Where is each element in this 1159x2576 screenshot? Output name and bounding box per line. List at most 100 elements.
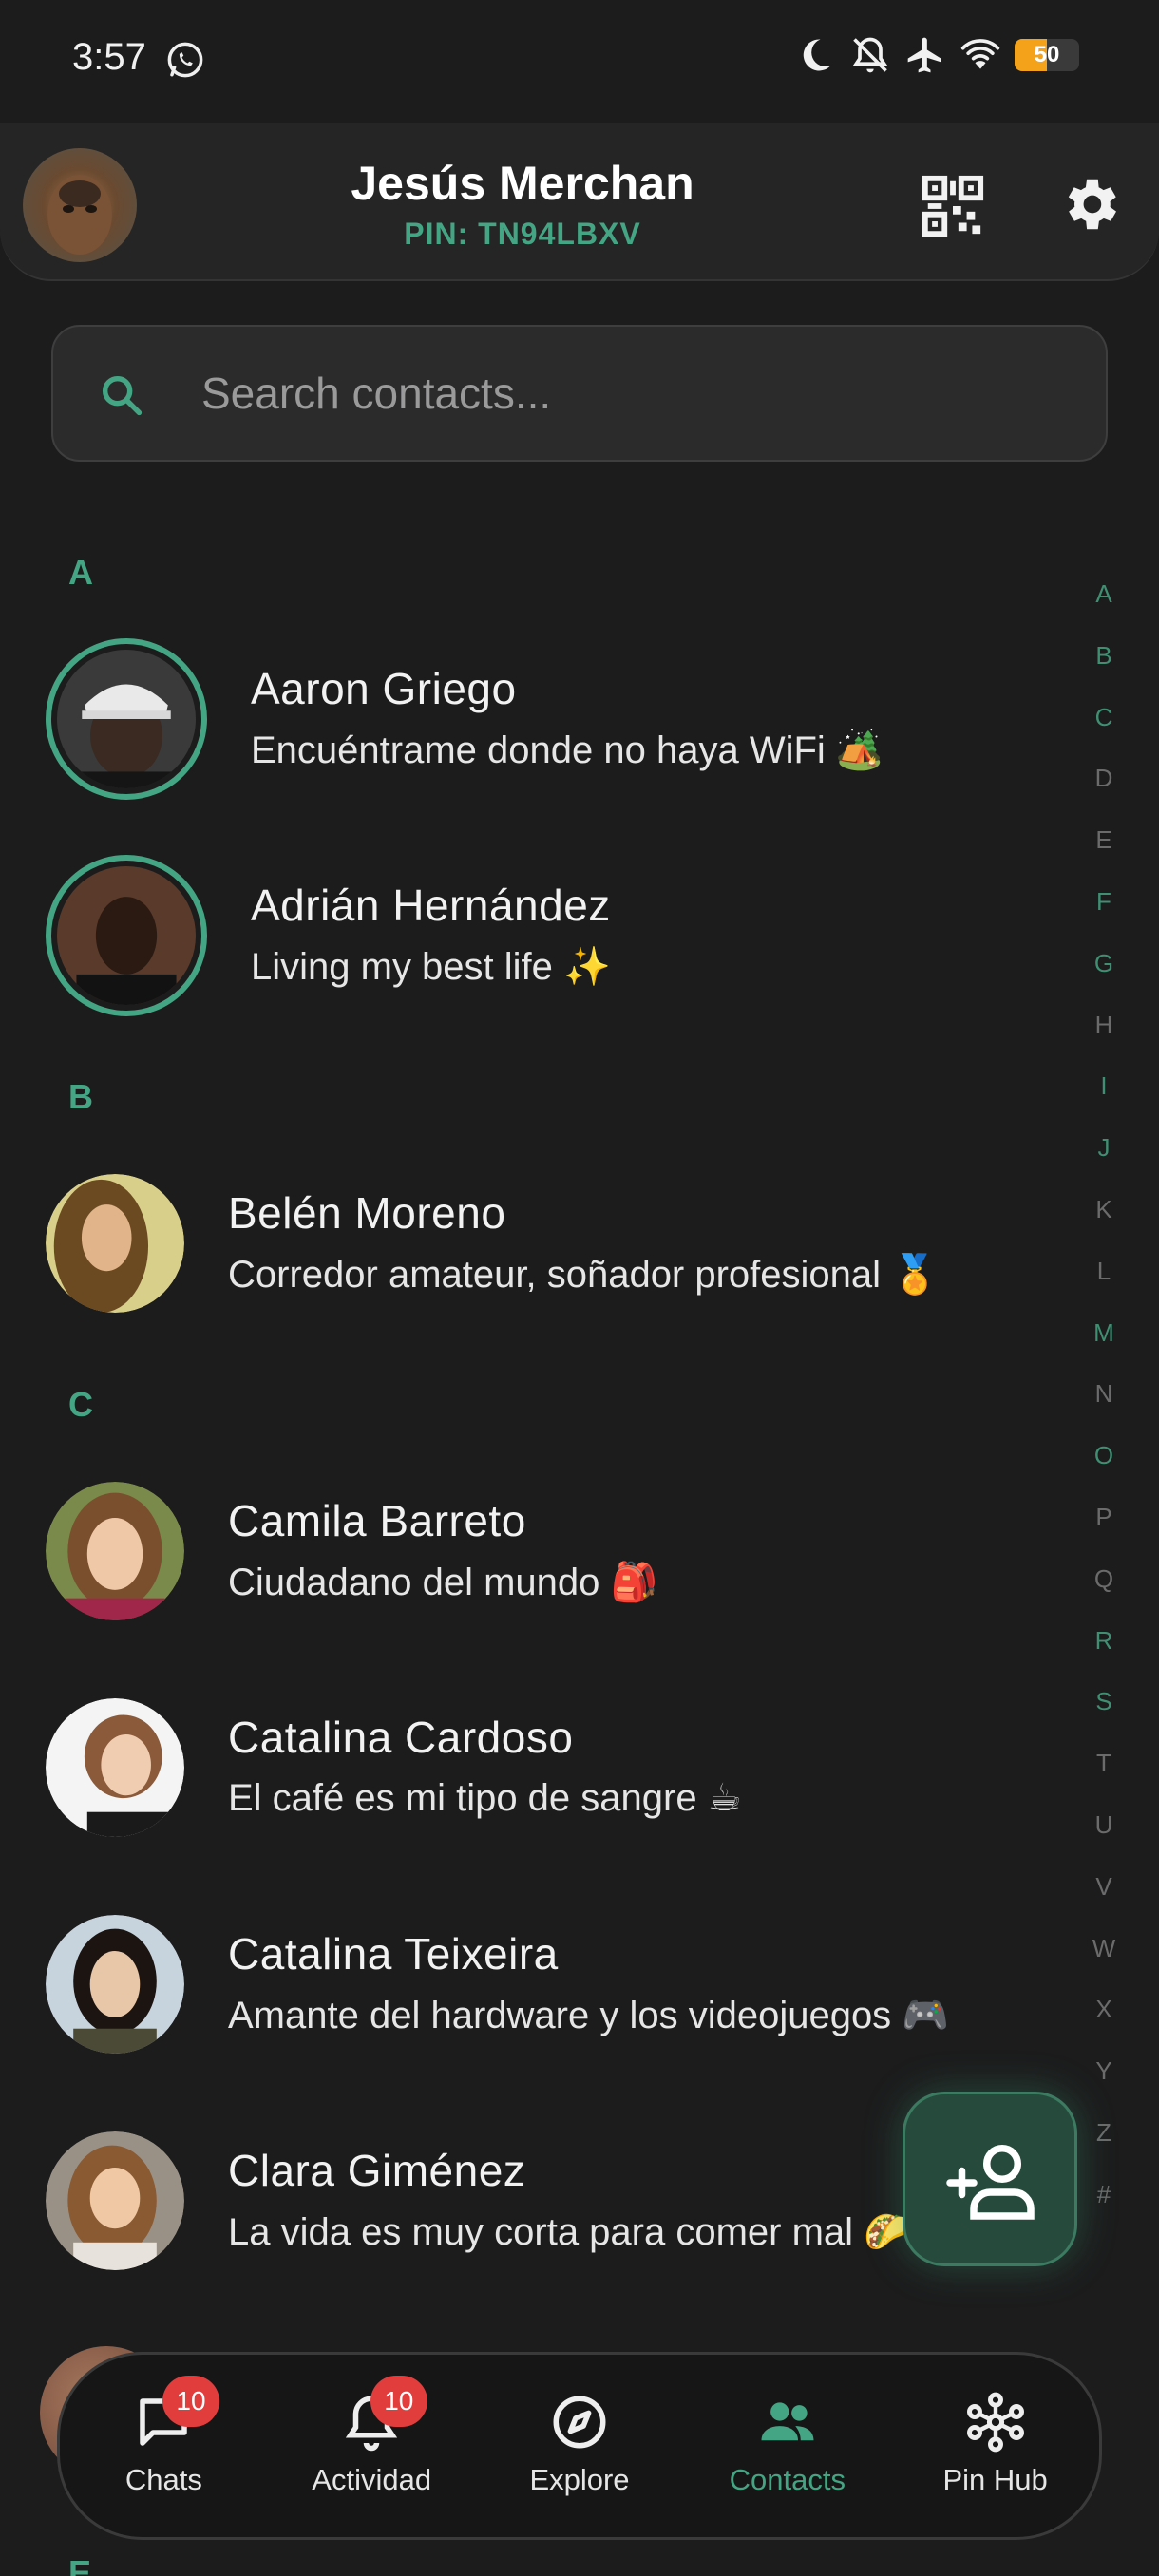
alphabet-index-letter[interactable]: Z — [1074, 2118, 1134, 2180]
alphabet-index-letter[interactable]: A — [1074, 579, 1134, 641]
alphabet-index-letter[interactable]: U — [1074, 1810, 1134, 1872]
unread-badge: 10 — [370, 2376, 428, 2427]
alphabet-index-letter[interactable]: B — [1074, 641, 1134, 703]
section-header-b: B — [68, 1077, 93, 1116]
contact-name: Belén Moreno — [228, 1188, 506, 1238]
contact-name: Camila Barreto — [228, 1496, 526, 1545]
qr-code-icon[interactable] — [920, 173, 986, 239]
alphabet-index[interactable]: A B C D E F G H I J K L M N O P Q R S T U V W X Y Z # — [1074, 579, 1134, 2242]
contact-name: Catalina Teixeira — [228, 1929, 559, 1979]
alphabet-index-letter[interactable]: V — [1074, 1872, 1134, 1934]
status-bar: 3:57 50 — [0, 0, 1159, 123]
avatar-photo — [46, 2131, 184, 2270]
alphabet-index-letter[interactable]: Y — [1074, 2056, 1134, 2118]
profile-pin: PIN: TN94LBXV — [404, 217, 641, 251]
alphabet-index-letter[interactable]: N — [1074, 1379, 1134, 1441]
alphabet-index-letter[interactable]: F — [1074, 887, 1134, 949]
alphabet-index-letter[interactable]: M — [1074, 1318, 1134, 1380]
avatar-photo — [46, 1698, 184, 1837]
add-person-icon — [946, 2145, 1035, 2220]
contact-name: Aaron Griego — [251, 664, 517, 713]
contact-name: Catalina Cardoso — [228, 1713, 574, 1762]
wifi-icon — [960, 39, 1000, 69]
section-header-c: C — [68, 1385, 93, 1424]
profile-avatar[interactable] — [23, 148, 137, 262]
unread-badge: 10 — [162, 2376, 219, 2427]
alphabet-index-letter[interactable]: J — [1074, 1133, 1134, 1195]
avatar-photo — [57, 866, 196, 1011]
section-header-e: E — [68, 2553, 92, 2576]
avatar-photo — [46, 1174, 184, 1313]
contact-status: La vida es muy corta para comer mal 🌮 — [228, 2211, 911, 2253]
alphabet-index-letter[interactable]: R — [1074, 1626, 1134, 1688]
whatsapp-icon — [167, 42, 203, 78]
alphabet-index-letter[interactable]: W — [1074, 1934, 1134, 1996]
alphabet-index-letter[interactable]: S — [1074, 1687, 1134, 1749]
contact-avatar[interactable] — [46, 638, 207, 800]
search-input[interactable] — [201, 355, 1056, 431]
search-icon — [102, 375, 142, 416]
contact-status: Corredor amateur, soñador profesional 🏅 — [228, 1254, 939, 1296]
contact-row[interactable]: Adrián Hernández Living my best life ✨ — [0, 845, 1074, 1035]
alphabet-index-letter[interactable]: G — [1074, 949, 1134, 1011]
search-bar[interactable] — [51, 325, 1108, 462]
alphabet-index-letter[interactable]: T — [1074, 1749, 1134, 1810]
people-icon — [761, 2402, 814, 2441]
nav-actividad[interactable]: 10 Actividad — [268, 2355, 476, 2537]
alphabet-index-letter[interactable]: I — [1074, 1071, 1134, 1133]
contact-status: Living my best life ✨ — [251, 946, 611, 988]
alphabet-index-letter[interactable]: # — [1074, 2180, 1134, 2242]
nav-contacts[interactable]: Contacts — [683, 2355, 891, 2537]
contact-avatar[interactable] — [46, 855, 207, 1016]
contact-row[interactable]: Belén Moreno Corredor amateur, soñador p… — [0, 1165, 1074, 1354]
nav-label: Pin Hub — [942, 2463, 1048, 2496]
profile-name: Jesús Merchan — [351, 157, 694, 210]
profile-header: Jesús Merchan PIN: TN94LBXV — [0, 123, 1159, 281]
bell-off-icon — [852, 37, 888, 73]
nav-label: Contacts — [729, 2463, 846, 2496]
alphabet-index-letter[interactable]: E — [1074, 825, 1134, 887]
contact-avatar[interactable] — [46, 2131, 184, 2270]
nav-label: Actividad — [312, 2463, 432, 2496]
battery-icon: 50 — [1015, 39, 1079, 71]
contact-status: Amante del hardware y los videojuegos 🎮 — [228, 1995, 950, 2036]
alphabet-index-letter[interactable]: X — [1074, 1995, 1134, 2056]
contact-name: Clara Giménez — [228, 2146, 526, 2195]
alphabet-index-letter[interactable]: Q — [1074, 1564, 1134, 1626]
contact-avatar[interactable] — [46, 1482, 184, 1620]
contact-status: Ciudadano del mundo 🎒 — [228, 1562, 658, 1603]
nav-pin-hub[interactable]: Pin Hub — [891, 2355, 1099, 2537]
avatar-photo — [46, 1915, 184, 2054]
alphabet-index-letter[interactable]: D — [1074, 764, 1134, 825]
alphabet-index-letter[interactable]: L — [1074, 1257, 1134, 1318]
contact-row[interactable]: Aaron Griego Encuéntrame donde no haya W… — [0, 629, 1074, 819]
contact-row[interactable]: Catalina Teixeira Amante del hardware y … — [0, 1905, 1074, 2095]
hub-icon — [966, 2392, 1024, 2453]
alphabet-index-letter[interactable]: P — [1074, 1503, 1134, 1564]
nav-explore[interactable]: Explore — [476, 2355, 684, 2537]
contact-status: Encuéntrame donde no haya WiFi 🏕️ — [251, 729, 884, 771]
contact-name: Adrián Hernández — [251, 881, 611, 930]
alphabet-index-letter[interactable]: O — [1074, 1441, 1134, 1503]
contact-avatar[interactable] — [46, 1915, 184, 2054]
avatar-photo — [57, 650, 196, 794]
bottom-navigation: 10 Chats 10 Actividad Explore Contacts P… — [57, 2352, 1102, 2540]
contact-row[interactable]: Catalina Cardoso El café es mi tipo de s… — [0, 1689, 1074, 1879]
airplane-icon — [907, 37, 941, 73]
battery-level: 50 — [1034, 42, 1060, 67]
gear-icon[interactable] — [1056, 171, 1123, 237]
compass-icon — [553, 2396, 606, 2449]
status-time: 3:57 — [72, 36, 146, 78]
add-contact-button[interactable] — [902, 2092, 1077, 2266]
contact-row[interactable]: Camila Barreto Ciudadano del mundo 🎒 — [0, 1472, 1074, 1662]
contact-avatar[interactable] — [46, 1698, 184, 1837]
moon-icon — [803, 39, 831, 71]
contact-avatar[interactable] — [46, 1174, 184, 1313]
nav-chats[interactable]: 10 Chats — [60, 2355, 268, 2537]
alphabet-index-letter[interactable]: H — [1074, 1011, 1134, 1072]
alphabet-index-letter[interactable]: C — [1074, 703, 1134, 765]
alphabet-index-letter[interactable]: K — [1074, 1195, 1134, 1257]
section-header-a: A — [68, 553, 93, 592]
nav-label: Chats — [124, 2463, 202, 2496]
contact-status: El café es mi tipo de sangre ☕ — [228, 1777, 742, 1819]
